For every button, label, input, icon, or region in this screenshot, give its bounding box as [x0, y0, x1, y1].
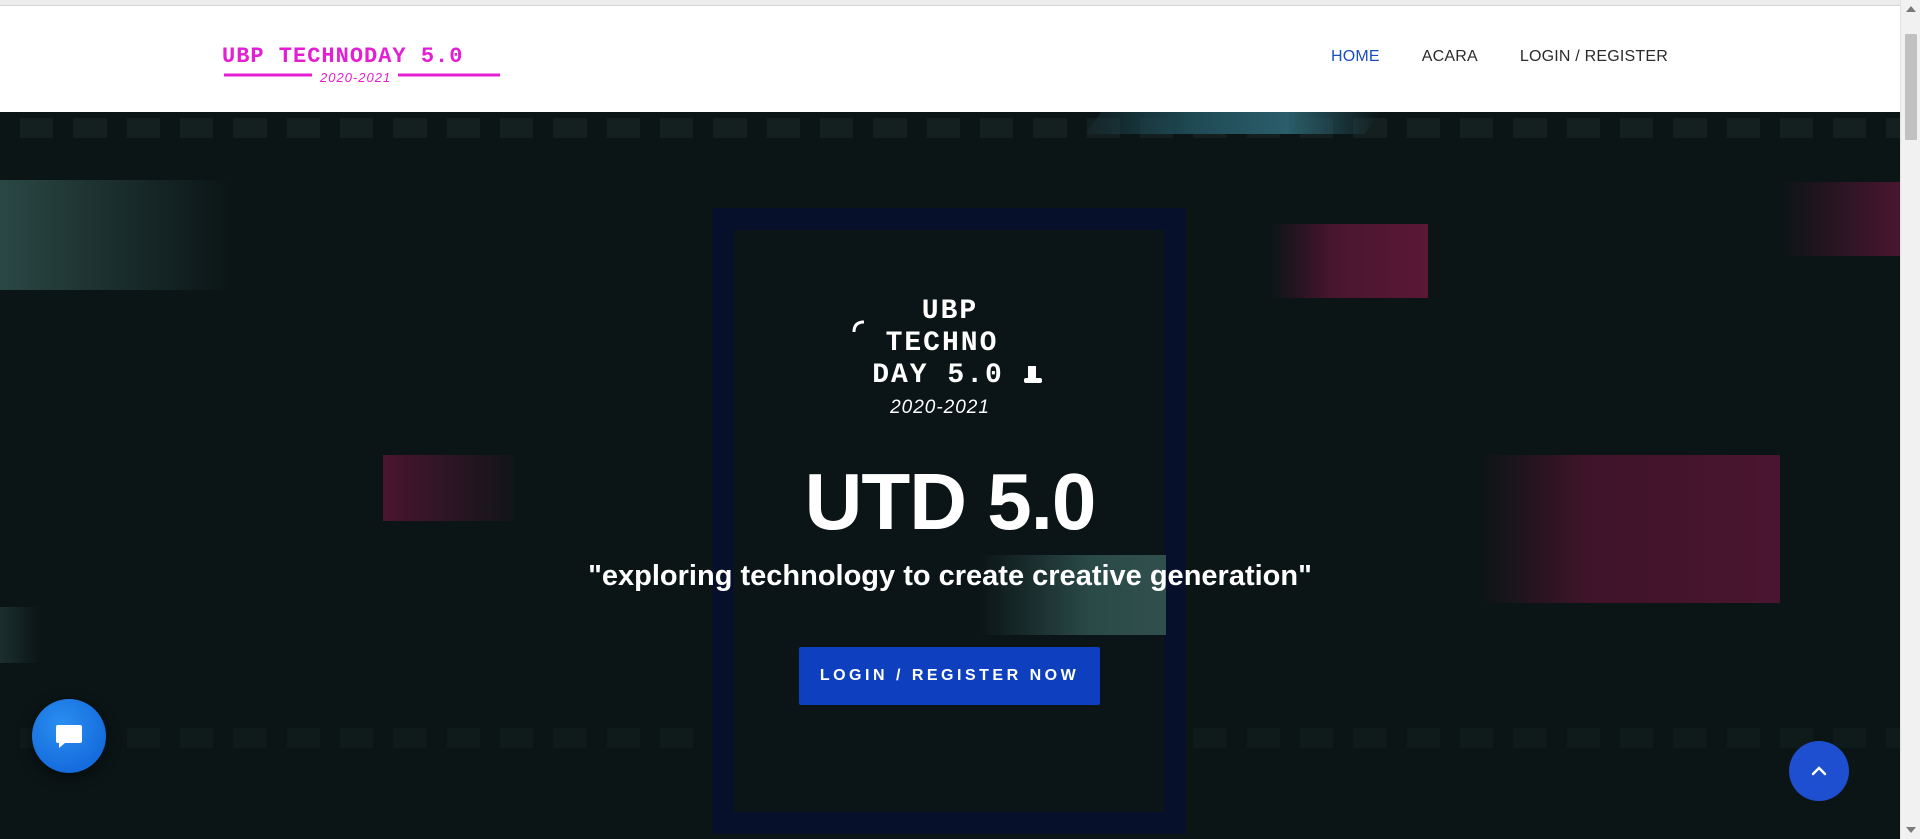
scroll-down-arrow-icon[interactable] [1906, 827, 1916, 833]
hero-tagline: "exploring technology to create creative… [588, 560, 1312, 592]
logo-main-text: UBP TECHNODAY 5.0 [222, 44, 463, 69]
nav-login-register[interactable]: LOGIN / REGISTER [1520, 48, 1668, 66]
chat-button[interactable] [32, 699, 106, 773]
decor-teal-block-left [0, 180, 230, 290]
chat-bubble-icon [56, 725, 82, 748]
emblem-robot-icon [1024, 366, 1042, 383]
site-logo[interactable]: UBP TECHNODAY 5.0 2020-2021 [220, 36, 504, 88]
scroll-up-arrow-icon[interactable] [1906, 6, 1916, 12]
scroll-to-top-button[interactable] [1789, 741, 1849, 801]
chevron-up-icon [1811, 766, 1827, 776]
decor-teal-line-top [1085, 112, 1380, 134]
nav-home[interactable]: HOME [1331, 48, 1380, 66]
emblem-years: 2020-2021 [889, 397, 990, 418]
site-header: UBP TECHNODAY 5.0 2020-2021 HOME ACARA L… [0, 6, 1900, 112]
hero-emblem: UBP TECHNO DAY 5.0 2020-2021 [852, 296, 1042, 418]
decor-magenta-block-upper [1270, 224, 1428, 298]
page-scrollbar[interactable] [1900, 0, 1920, 839]
main-nav: HOME ACARA LOGIN / REGISTER [1331, 48, 1668, 66]
decor-magenta-block-far-right [1780, 182, 1900, 256]
logo-sub-text: 2020-2021 [319, 70, 391, 85]
hero-title: UTD 5.0 [804, 457, 1097, 546]
emblem-line-3: DAY 5.0 [872, 360, 1004, 391]
login-register-now-button[interactable]: LOGIN / REGISTER NOW [799, 647, 1100, 705]
scrollbar-thumb[interactable] [1905, 34, 1917, 140]
decor-teal-block-bottom-left [0, 607, 40, 663]
emblem-signal-icon [852, 320, 865, 333]
emblem-line-1: UBP [922, 296, 978, 327]
emblem-line-2: TECHNO [886, 328, 999, 359]
decor-tile-row-top [0, 118, 1900, 140]
nav-acara[interactable]: ACARA [1422, 48, 1478, 66]
